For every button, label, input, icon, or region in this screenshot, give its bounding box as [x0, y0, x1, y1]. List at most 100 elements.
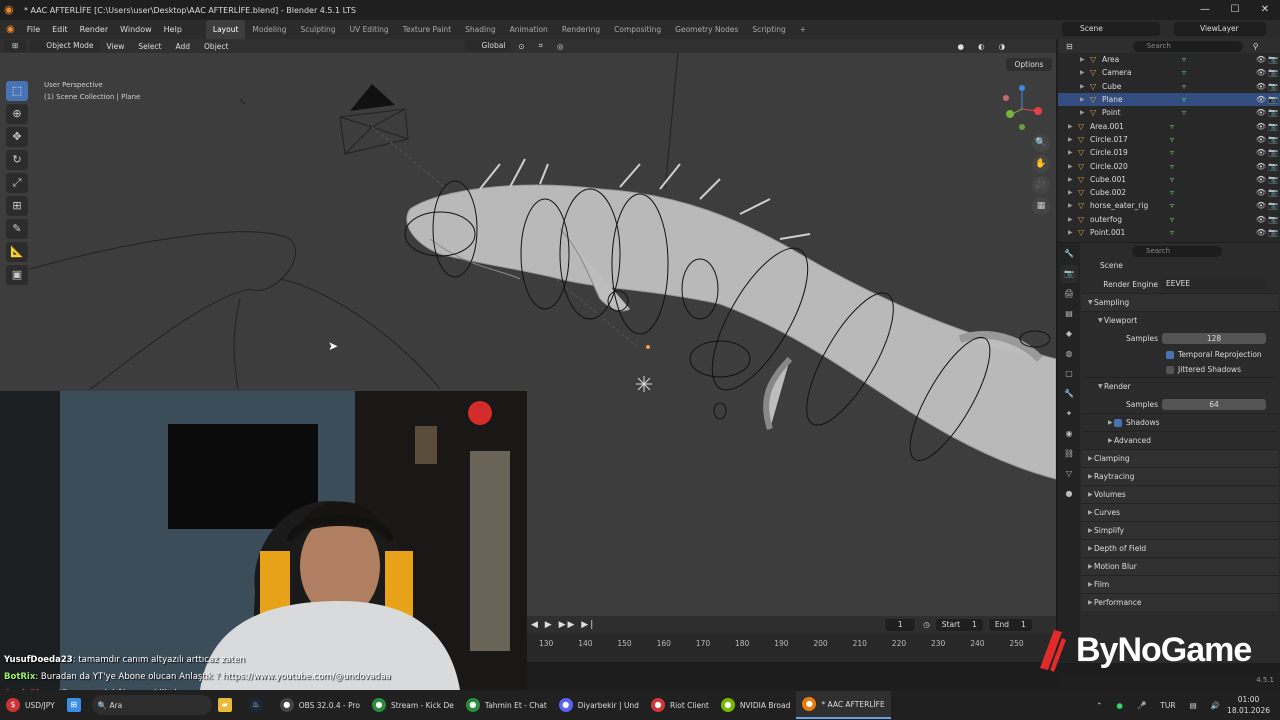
maximize-button[interactable]: ☐: [1220, 0, 1250, 20]
subpanel-advanced[interactable]: ▶ Advanced: [1082, 431, 1278, 449]
blender-menu-icon[interactable]: ◉: [0, 24, 21, 35]
tray-overflow-icon[interactable]: ⌃: [1096, 701, 1102, 710]
outliner-row[interactable]: ▶ ▽ Cube ▿ 👁 📷: [1058, 80, 1280, 93]
expand-arrow-icon[interactable]: ▶: [1080, 96, 1090, 103]
render-camera-icon[interactable]: 📷: [1268, 148, 1278, 157]
shading-solid-icon[interactable]: ●: [950, 42, 971, 51]
material-tab-icon[interactable]: ●: [1060, 485, 1078, 503]
menu-help[interactable]: Help: [158, 25, 188, 34]
object-tab-icon[interactable]: ▢: [1060, 365, 1078, 383]
taskbar-app[interactable]: ● Tahmin Et - Chat: [460, 691, 553, 719]
minimize-button[interactable]: —: [1190, 0, 1220, 20]
render-tab-icon[interactable]: 📷: [1060, 265, 1078, 283]
properties-search[interactable]: Search: [1132, 246, 1222, 257]
snap-icon[interactable]: ⌗: [532, 41, 550, 51]
temporal-reprojection-checkbox[interactable]: Temporal Reprojection: [1082, 347, 1278, 362]
visibility-eye-icon[interactable]: 👁: [1256, 82, 1266, 91]
clock[interactable]: 01:00 18.01.2026: [1227, 694, 1270, 716]
editor-type-icon[interactable]: ⊞: [4, 40, 27, 52]
visibility-eye-icon[interactable]: 👁: [1256, 188, 1266, 197]
microphone-icon[interactable]: 🎤: [1137, 701, 1146, 710]
menu-window[interactable]: Window: [114, 25, 158, 34]
panel-volumes[interactable]: ▶ Volumes: [1082, 485, 1278, 503]
outliner-row[interactable]: ▶ ▽ Point ▿ 👁 📷: [1058, 106, 1280, 119]
language-indicator[interactable]: TUR: [1160, 701, 1175, 710]
viewport-menu-add[interactable]: Add: [169, 42, 198, 51]
menu-file[interactable]: File: [21, 25, 46, 34]
visibility-eye-icon[interactable]: 👁: [1256, 228, 1266, 237]
taskbar-app[interactable]: ● OBS 32.0.4 - Pro: [274, 691, 366, 719]
steam-button[interactable]: ♨: [243, 691, 274, 719]
output-tab-icon[interactable]: 🖨: [1060, 285, 1078, 303]
panel-curves[interactable]: ▶ Curves: [1082, 503, 1278, 521]
pan-hand-icon[interactable]: ✋: [1032, 155, 1050, 173]
expand-arrow-icon[interactable]: ▶: [1080, 69, 1090, 76]
jittered-shadows-checkbox[interactable]: Jittered Shadows: [1082, 362, 1278, 377]
outliner-row[interactable]: ▶ ▽ Circle.020 ▿ 👁 📷: [1058, 159, 1280, 172]
render-camera-icon[interactable]: 📷: [1268, 162, 1278, 171]
scene-tab-icon[interactable]: ◆: [1060, 325, 1078, 343]
render-camera-icon[interactable]: 📷: [1268, 122, 1278, 131]
expand-arrow-icon[interactable]: ▶: [1080, 109, 1090, 116]
viewport-samples-field[interactable]: 128: [1162, 332, 1266, 344]
outliner-row[interactable]: ▶ ▽ Area ▿ 👁 📷: [1058, 53, 1280, 66]
annotate-tool-icon[interactable]: ✎: [6, 219, 28, 239]
visibility-eye-icon[interactable]: 👁: [1256, 122, 1266, 131]
outliner-row[interactable]: ▶ ▽ Point.001 ▿ 👁 📷: [1058, 226, 1280, 239]
expand-arrow-icon[interactable]: ▶: [1080, 56, 1090, 63]
expand-arrow-icon[interactable]: ▶: [1068, 216, 1078, 223]
viewport-menu-view[interactable]: View: [100, 42, 132, 51]
expand-arrow-icon[interactable]: ▶: [1068, 136, 1078, 143]
physics-tab-icon[interactable]: ◉: [1060, 425, 1078, 443]
timeline-ruler[interactable]: 130 140 150 160 170 180 190 200 210 220 230 240 250: [527, 633, 1056, 653]
tool-tab-icon[interactable]: 🔧: [1060, 245, 1078, 263]
file-explorer-button[interactable]: ▰: [212, 691, 243, 719]
view-layer-tab-icon[interactable]: ▤: [1060, 305, 1078, 323]
transform-tool-icon[interactable]: ⊞: [6, 196, 28, 216]
render-engine-dropdown[interactable]: EEVEE: [1162, 278, 1266, 290]
tab-texture-paint[interactable]: Texture Paint: [396, 20, 458, 39]
render-camera-icon[interactable]: 📷: [1268, 188, 1278, 197]
render-camera-icon[interactable]: 📷: [1268, 175, 1278, 184]
viewport-menu-select[interactable]: Select: [131, 42, 168, 51]
add-cube-tool-icon[interactable]: ▣: [6, 265, 28, 285]
end-frame-field[interactable]: End 1: [988, 618, 1032, 631]
taskbar-app[interactable]: ● Diyarbekir | Und: [553, 691, 645, 719]
taskbar-app[interactable]: ● * AAC AFTERLİFE: [796, 691, 891, 719]
render-samples-field[interactable]: 64: [1162, 398, 1266, 410]
particles-tab-icon[interactable]: ✦: [1060, 405, 1078, 423]
constraints-tab-icon[interactable]: ⛓: [1060, 445, 1078, 463]
render-camera-icon[interactable]: 📷: [1268, 201, 1278, 210]
cursor-tool-icon[interactable]: ⊕: [6, 104, 28, 124]
visibility-eye-icon[interactable]: 👁: [1256, 68, 1266, 77]
expand-arrow-icon[interactable]: ▶: [1068, 176, 1078, 183]
visibility-eye-icon[interactable]: 👁: [1256, 108, 1266, 117]
tray-status-icon[interactable]: ●: [1116, 701, 1123, 710]
rotate-tool-icon[interactable]: ↻: [6, 150, 28, 170]
menu-edit[interactable]: Edit: [46, 25, 74, 34]
outliner-row[interactable]: ▶ ▽ Plane ▿ 👁 📷: [1058, 92, 1280, 107]
orientation-dropdown[interactable]: Global: [465, 40, 512, 52]
world-tab-icon[interactable]: ◍: [1060, 345, 1078, 363]
outliner-row[interactable]: ▶ ▽ Area.001 ▿ 👁 📷: [1058, 119, 1280, 132]
funnel-icon[interactable]: ⚲: [1253, 42, 1259, 51]
tab-modeling[interactable]: Modeling: [245, 20, 293, 39]
scale-tool-icon[interactable]: ⤢: [6, 173, 28, 193]
zoom-icon[interactable]: 🔍: [1032, 134, 1050, 152]
render-camera-icon[interactable]: 📷: [1268, 82, 1278, 91]
move-tool-icon[interactable]: ✥: [6, 127, 28, 147]
select-box-tool-icon[interactable]: ⬚: [6, 81, 28, 101]
tab-layout[interactable]: Layout: [205, 20, 246, 39]
ticker-widget[interactable]: $ USD/JPY: [0, 691, 61, 719]
render-camera-icon[interactable]: 📷: [1268, 68, 1278, 77]
render-camera-icon[interactable]: 📷: [1268, 135, 1278, 144]
filter-icon[interactable]: ⊟: [1066, 42, 1073, 51]
checkbox-checked-icon[interactable]: [1114, 418, 1122, 427]
expand-arrow-icon[interactable]: ▶: [1068, 202, 1078, 209]
panel-film[interactable]: ▶ Film: [1082, 575, 1278, 593]
pivot-icon[interactable]: ⊙: [511, 42, 531, 51]
visibility-eye-icon[interactable]: 👁: [1256, 162, 1266, 171]
add-workspace-icon[interactable]: +: [793, 20, 813, 39]
network-icon[interactable]: ▤: [1190, 701, 1197, 710]
render-camera-icon[interactable]: 📷: [1268, 108, 1278, 117]
